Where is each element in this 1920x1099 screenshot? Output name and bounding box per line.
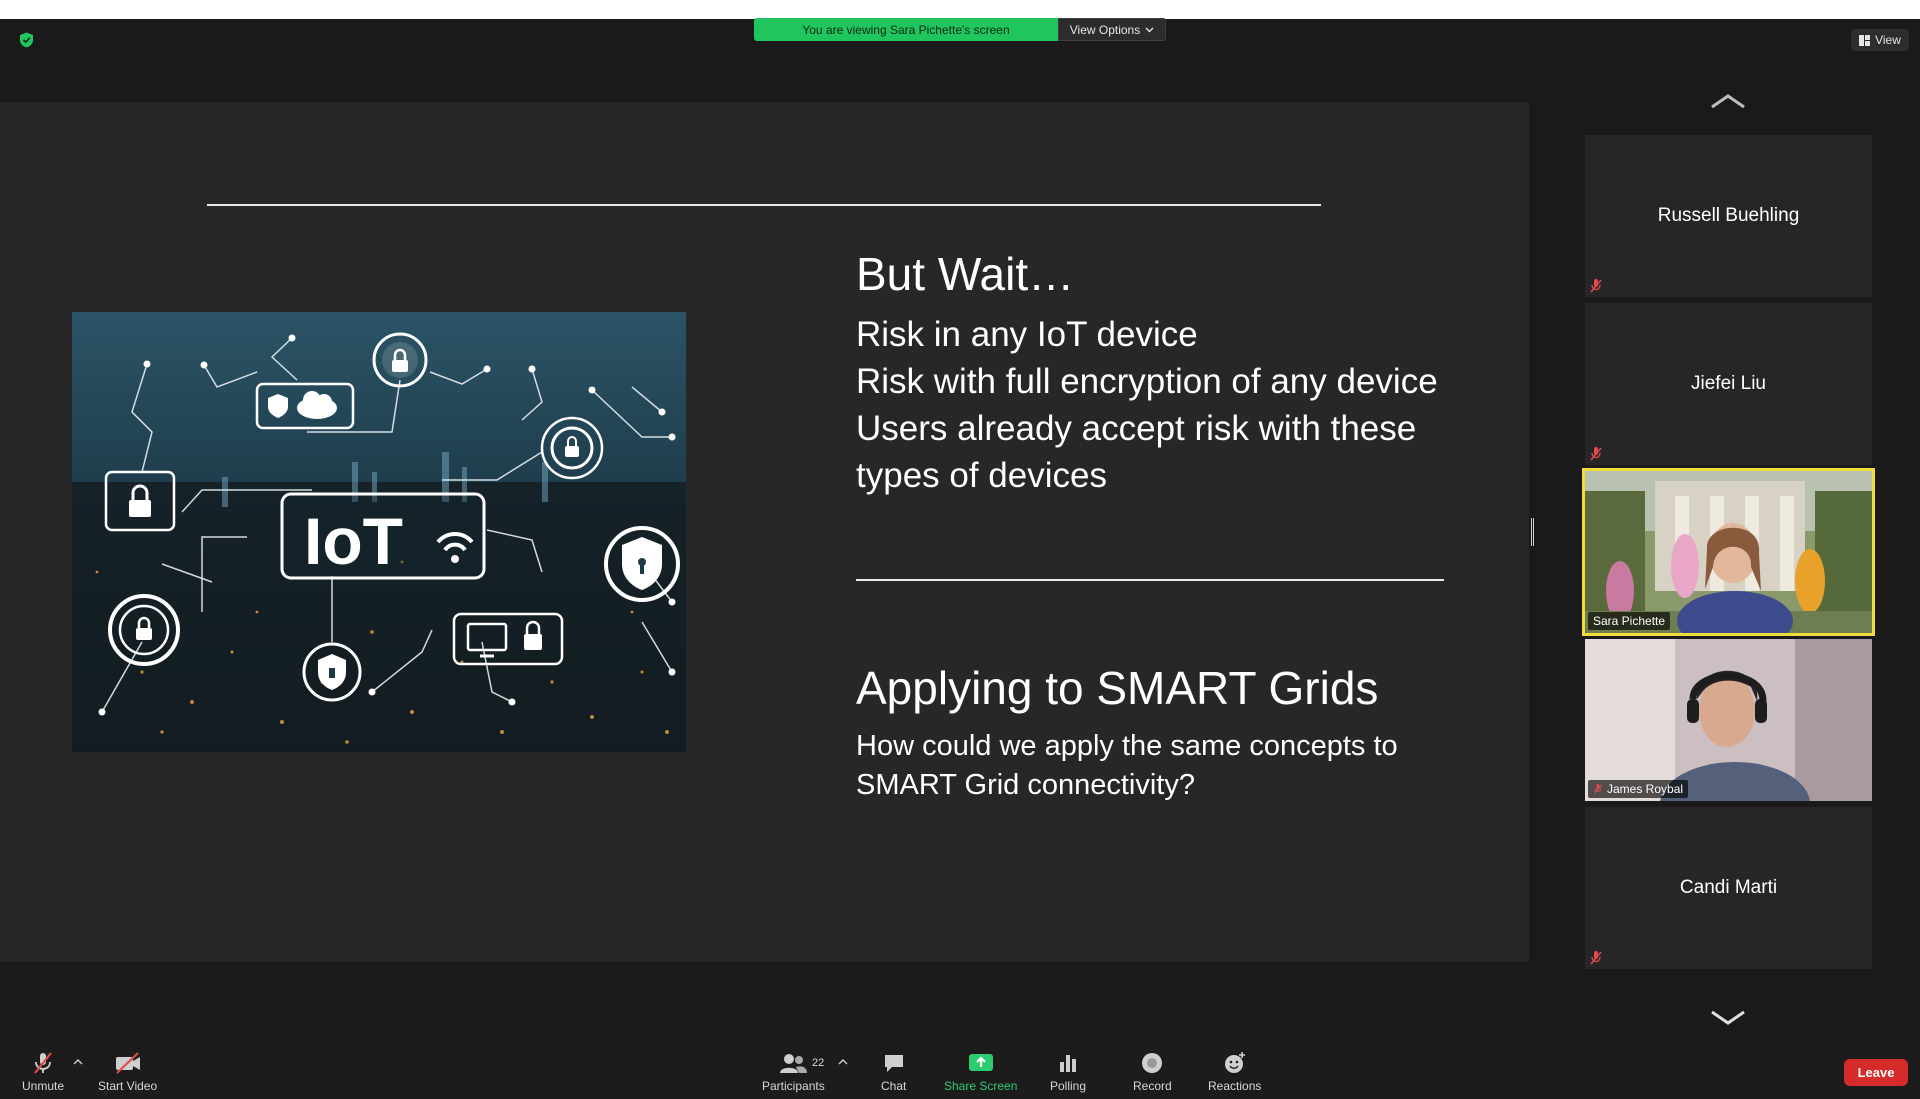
view-layout-button[interactable]: View: [1851, 29, 1909, 51]
participant-name: Jiefei Liu: [1691, 373, 1766, 394]
slide-section2-body: How could we apply the same concepts to …: [856, 730, 1398, 801]
view-options-button[interactable]: View Options: [1058, 18, 1166, 41]
iot-image-label: IoT: [304, 504, 403, 578]
slide-section2-title: Applying to SMART Grids: [856, 662, 1379, 714]
scroll-down-chevron-icon[interactable]: [1709, 1009, 1747, 1027]
view-label: View: [1875, 33, 1901, 47]
participant-video-feed: [1585, 471, 1872, 633]
participant-tile[interactable]: Russell Buehling: [1585, 135, 1872, 297]
mic-muted-icon: [1590, 951, 1602, 965]
top-bar-strip: [0, 0, 1920, 19]
unmute-label: Unmute: [22, 1079, 65, 1093]
mic-muted-icon: [1594, 784, 1602, 794]
start-video-button[interactable]: Start Video: [98, 1051, 157, 1093]
participant-tile[interactable]: Jiefei Liu: [1585, 303, 1872, 465]
view-options-label: View Options: [1069, 22, 1141, 37]
slide-bullet: Users already accept risk with these typ…: [856, 409, 1417, 495]
slide-bullet-list: Risk in any IoT device Risk with full en…: [856, 311, 1456, 499]
participant-name: Russell Buehling: [1657, 205, 1800, 226]
video-off-icon: [115, 1052, 140, 1074]
chat-icon: [884, 1055, 903, 1072]
reactions-button[interactable]: Reactions: [1208, 1051, 1261, 1093]
share-screen-button[interactable]: Share Screen: [944, 1051, 1017, 1093]
reactions-icon: [1224, 1052, 1245, 1073]
participant-name: Candi Marti: [1679, 877, 1778, 898]
participant-name-label: Sara Pichette: [1588, 612, 1671, 630]
mic-muted-icon: [1590, 279, 1602, 293]
screen-share-banner: You are viewing Sara Pichette's screen V…: [754, 18, 1166, 41]
audio-options-caret-icon[interactable]: [73, 1058, 83, 1066]
mic-muted-icon: [34, 1052, 52, 1074]
record-button[interactable]: Record: [1133, 1051, 1172, 1093]
participant-video-tile[interactable]: Sara Pichette: [1582, 468, 1875, 636]
middle-rule: [856, 579, 1444, 581]
polling-button[interactable]: Polling: [1050, 1051, 1086, 1093]
share-screen-label: Share Screen: [944, 1079, 1018, 1093]
polling-label: Polling: [1050, 1079, 1087, 1093]
grid-layout-icon: [1859, 34, 1871, 46]
chat-label: Chat: [881, 1079, 907, 1093]
chevron-down-icon: [1145, 27, 1154, 32]
encryption-shield-icon[interactable]: [19, 32, 34, 48]
mic-muted-icon: [1590, 447, 1602, 461]
participants-icon: [780, 1054, 808, 1073]
participant-video-tile[interactable]: James Roybal: [1585, 639, 1872, 801]
iot-city-image: IoT: [72, 312, 686, 752]
participant-tile[interactable]: Candi Marti: [1585, 807, 1872, 969]
participants-options-caret-icon[interactable]: [838, 1058, 848, 1066]
record-icon: [1142, 1053, 1163, 1073]
reactions-label: Reactions: [1208, 1079, 1262, 1093]
share-screen-icon: [968, 1054, 993, 1071]
top-rule: [207, 204, 1321, 206]
leave-button[interactable]: Leave: [1844, 1059, 1908, 1086]
start-video-label: Start Video: [98, 1079, 158, 1093]
shared-screen-slide: IoT But Wait… Risk in any IoT device Ris…: [0, 102, 1529, 962]
record-label: Record: [1133, 1079, 1172, 1093]
participant-name: James Roybal: [1607, 782, 1684, 796]
participant-video-feed: [1585, 639, 1872, 801]
participants-count: 22: [812, 1057, 825, 1069]
viewing-screen-text: You are viewing Sara Pichette's screen: [754, 18, 1058, 41]
participants-label: Participants: [762, 1079, 825, 1093]
participant-name: Sara Pichette: [1593, 614, 1666, 628]
panel-resize-handle[interactable]: [1531, 518, 1534, 546]
slide-bullet: Risk with full encryption of any device: [856, 362, 1438, 401]
slide-section-title: But Wait…: [856, 248, 1075, 300]
scroll-up-chevron-icon[interactable]: [1709, 92, 1747, 110]
participant-name-label: James Roybal: [1588, 780, 1689, 798]
zoom-meeting-window: You are viewing Sara Pichette's screen V…: [0, 0, 1920, 1099]
chat-button[interactable]: Chat: [881, 1051, 906, 1093]
unmute-button[interactable]: Unmute: [22, 1051, 64, 1093]
polling-icon: [1060, 1055, 1077, 1072]
slide-bullet: Risk in any IoT device: [856, 315, 1198, 354]
